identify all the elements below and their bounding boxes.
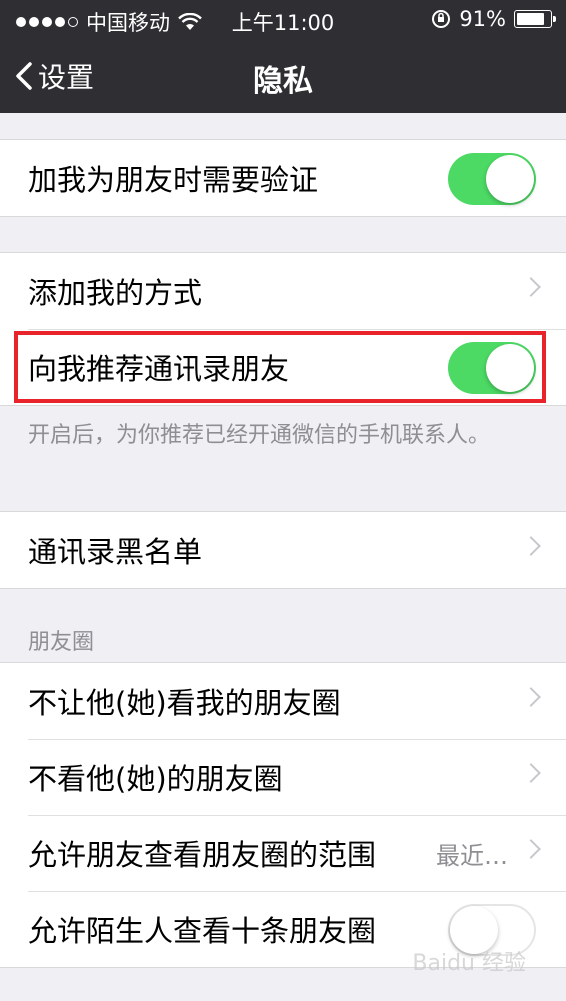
moments-range-value: 最近… [436,841,508,870]
block-moments-row[interactable]: 不让他(她)看我的朋友圈 [0,663,566,739]
verify-friend-toggle[interactable] [448,153,536,205]
moments-group: 不让他(她)看我的朋友圈 不看他(她)的朋友圈 允许朋友查看朋友圈的范围 最近…… [0,662,566,968]
verify-friend-row: 加我为朋友时需要验证 [0,140,566,216]
page-title: 隐私 [253,64,313,99]
blacklist-row[interactable]: 通讯录黑名单 [0,512,566,588]
recommend-footnote: 开启后，为你推荐已经开通微信的手机联系人。 [28,423,491,448]
moments-range-row[interactable]: 允许朋友查看朋友圈的范围 最近… [0,815,566,891]
hide-moments-label: 不看他(她)的朋友圈 [28,762,283,796]
chevron-right-icon [521,277,541,297]
blacklist-label: 通讯录黑名单 [28,535,203,569]
status-right: 91% [431,7,556,31]
add-methods-label: 添加我的方式 [28,276,203,310]
verify-group: 加我为朋友时需要验证 [0,139,566,217]
chevron-right-icon [521,839,541,859]
add-methods-row[interactable]: 添加我的方式 [0,253,566,329]
chevron-right-icon [521,687,541,707]
verify-friend-label: 加我为朋友时需要验证 [28,163,319,197]
block-moments-label: 不让他(她)看我的朋友圈 [28,686,341,720]
highlight-annotation [14,331,546,403]
baidu-watermark: Baidu 经验 [412,951,526,976]
battery-percent: 91% [459,7,506,31]
battery-icon [514,10,556,28]
moments-range-label: 允许朋友查看朋友圈的范围 [28,838,377,872]
navigation-bar: 设置 隐私 [0,38,566,113]
stranger-moments-label: 允许陌生人查看十条朋友圈 [28,914,377,948]
moments-section-header: 朋友圈 [28,630,95,655]
hide-moments-row[interactable]: 不看他(她)的朋友圈 [0,739,566,815]
status-bar: 中国移动 上午11:00 91% [0,0,566,38]
chevron-right-icon [521,536,541,556]
blacklist-group: 通讯录黑名单 [0,511,566,589]
chevron-right-icon [521,763,541,783]
orientation-lock-icon [432,10,451,28]
